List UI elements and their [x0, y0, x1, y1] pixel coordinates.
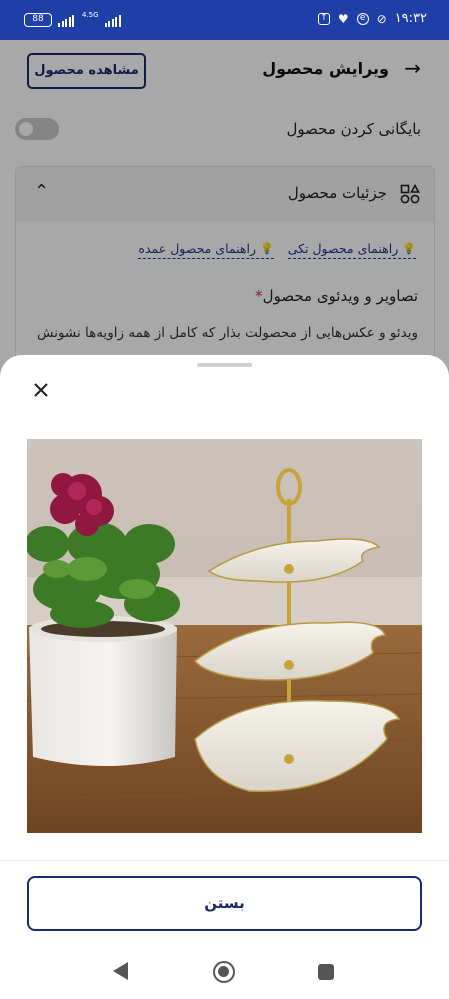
shield-icon: ♥ — [337, 11, 349, 26]
nav-back-icon[interactable] — [113, 962, 128, 980]
nav-recents-icon[interactable] — [318, 964, 334, 980]
sheet-divider — [0, 860, 449, 861]
clock: ۱۹:۳۲ — [394, 11, 427, 26]
product-photo — [27, 439, 422, 833]
status-bar: 88 4.5G ↑ ♥ e ⊘ ۱۹:۳۲ — [0, 0, 449, 40]
nav-home-dot — [218, 966, 229, 977]
system-nav-bar — [0, 944, 449, 999]
mute-icon: ⊘ — [376, 11, 387, 26]
close-button[interactable]: بستن — [27, 876, 422, 931]
network-type: 4.5G — [82, 10, 99, 19]
status-right: ↑ ♥ e ⊘ ۱۹:۳۲ — [317, 11, 427, 26]
signal-icon — [58, 13, 74, 27]
nav-home-icon[interactable] — [213, 961, 235, 983]
drag-handle[interactable] — [197, 363, 252, 367]
upload-icon: ↑ — [317, 12, 330, 25]
signal-icon-2 — [104, 13, 121, 27]
status-left: 88 4.5G — [24, 10, 121, 27]
close-icon[interactable] — [28, 377, 54, 403]
image-preview-sheet: بستن — [0, 355, 449, 999]
battery-icon: 88 — [24, 13, 52, 27]
app-icon: e — [356, 12, 369, 25]
